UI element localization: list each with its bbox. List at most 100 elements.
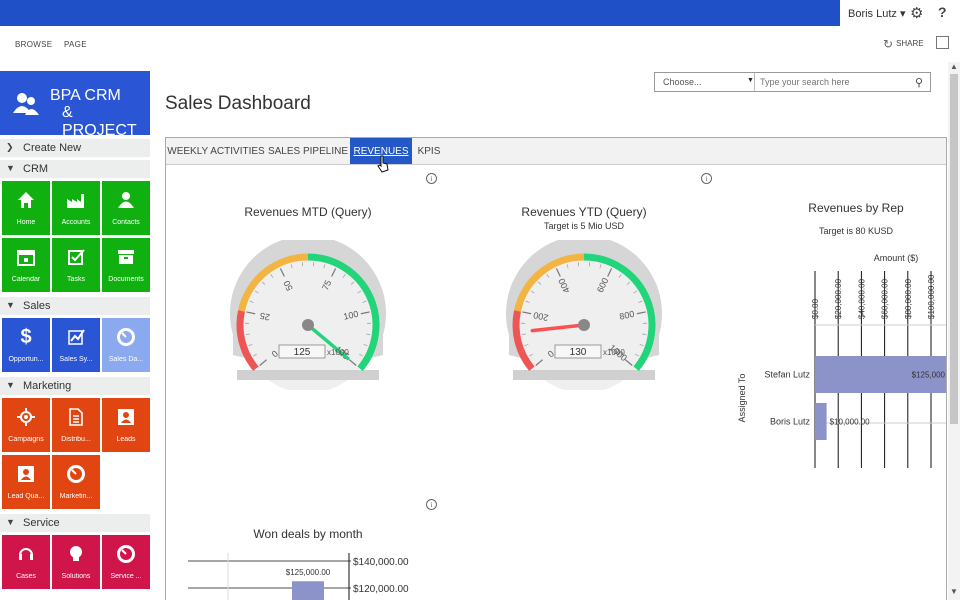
gear-icon[interactable]: ⚙ [910, 4, 923, 22]
gauge-mtd-hub [302, 319, 314, 331]
rep-x-tick-label: $80,000.00 [904, 278, 913, 319]
gauge-mtd-base [237, 370, 379, 380]
tile-sales-dashboard[interactable]: Sales Da... [102, 318, 150, 372]
nav-section-crm[interactable]: ▼ CRM [0, 160, 150, 178]
won-deals-title: Won deals by month [253, 527, 363, 541]
ribbon-tab-page[interactable]: PAGE [64, 40, 87, 49]
help-icon[interactable]: ? [938, 4, 947, 20]
gauge-ytd-value-label: 130 [570, 347, 587, 358]
tile-sales-system[interactable]: Sales Sy... [52, 318, 100, 372]
tile-contacts[interactable]: Contacts [102, 181, 150, 235]
page-scrollbar[interactable]: ▲ ▼ [948, 62, 960, 600]
logo-line1: BPA CRM [50, 87, 121, 104]
rep-y-axis-title: Assigned To [737, 374, 747, 423]
dashboard-frame: WEEKLY ACTIVITIES SALES PIPELINE REVENUE… [165, 137, 947, 600]
logo-line2: & PROJECT [62, 104, 137, 139]
gauge-ytd-unit: x1000 [603, 348, 625, 357]
chevron-down-icon: ▼ [6, 517, 15, 527]
page-title: Sales Dashboard [165, 93, 311, 114]
rep-category-label: Stefan Lutz [764, 370, 810, 380]
factory-icon [67, 194, 84, 208]
gauge-mtd-tick-label: 25 [259, 311, 271, 323]
rep-x-axis-title: Amount ($) [874, 253, 919, 263]
lightbulb-icon [70, 546, 82, 561]
won-bar [292, 581, 324, 600]
won-y-tick-label: $140,000.00 [353, 557, 409, 568]
search-icon[interactable]: ⚲ [915, 76, 923, 89]
nav-create-new[interactable]: ❯ Create New [0, 139, 150, 157]
tile-documents[interactable]: Documents [102, 238, 150, 292]
document-icon [69, 408, 83, 426]
tile-campaigns[interactable]: Campaigns [2, 398, 50, 452]
scroll-up-icon[interactable]: ▲ [950, 62, 958, 71]
tile-calendar[interactable]: Calendar [2, 238, 50, 292]
rep-x-tick-label: $60,000.00 [881, 278, 890, 319]
user-menu[interactable]: Boris Lutz ▾ [848, 7, 906, 20]
caret-down-icon: ▼ [747, 77, 754, 84]
info-icon[interactable]: i [426, 499, 437, 510]
gauge-ytd-title: Revenues YTD (Query) [521, 205, 647, 219]
rep-x-tick-label: $100,000.00 [927, 274, 936, 319]
info-icon[interactable]: i [701, 173, 712, 184]
tile-opportunities[interactable]: $ Opportun... [2, 318, 50, 372]
gauge-ytd-base [513, 370, 655, 380]
rep-chart-title: Revenues by Rep [808, 201, 904, 215]
gauge-icon [117, 545, 135, 563]
tile-cases[interactable]: Cases [2, 535, 50, 589]
rep-chart-subtitle: Target is 80 KUSD [818, 226, 894, 236]
tile-accounts[interactable]: Accounts [52, 181, 100, 235]
tab-sales-pipeline[interactable]: SALES PIPELINE [266, 138, 350, 164]
users-icon [13, 93, 39, 115]
search-scope-select[interactable]: Choose... ▼ [655, 73, 755, 91]
archive-icon [118, 250, 134, 264]
ribbon: BROWSE PAGE ↻ SHARE [0, 26, 960, 62]
site-logo[interactable]: BPA CRM & PROJECT [0, 71, 150, 139]
scroll-thumb[interactable] [950, 74, 958, 424]
chevron-down-icon: ▼ [6, 163, 15, 173]
search-input[interactable] [760, 73, 910, 91]
tile-leads[interactable]: Leads [102, 398, 150, 452]
gauge-mtd-title: Revenues MTD (Query) [244, 205, 372, 219]
tile-home[interactable]: Home [2, 181, 50, 235]
chevron-down-icon: ▼ [6, 380, 15, 390]
nav-section-sales[interactable]: ▼ Sales [0, 297, 150, 315]
rep-value-label: $10,000.00 [830, 418, 871, 427]
won-y-tick-label: $120,000.00 [353, 584, 409, 595]
gauge-ytd: 0200400 6008001000130 x1000 [506, 240, 662, 390]
tab-weekly-activities[interactable]: WEEKLY ACTIVITIES [166, 138, 266, 164]
won-value-label: $125,000.00 [286, 568, 331, 577]
rep-x-tick-label: $0.00 [811, 298, 820, 319]
share-button[interactable]: ↻ SHARE [883, 37, 924, 51]
tile-service[interactable]: Service ... [102, 535, 150, 589]
chevron-right-icon: ❯ [6, 142, 14, 152]
nav-section-service[interactable]: ▼ Service [0, 514, 150, 532]
hand-cursor-icon [377, 155, 389, 173]
tile-marketing[interactable]: Marketin... [52, 455, 100, 509]
gauge-icon [67, 465, 85, 483]
checkbox-icon [68, 249, 85, 265]
gauge-mtd: 0255075100125125x1000 [230, 240, 386, 390]
focus-mode-icon[interactable] [936, 36, 949, 49]
rep-bar [815, 403, 827, 440]
rep-chart: Amount ($) $0.00 $20,000.00 $40,000.00 $60,0… [737, 253, 946, 468]
gauge-mtd-value-label: 125 [294, 347, 311, 358]
dollar-icon: $ [20, 325, 32, 348]
dashboard-tabs: WEEKLY ACTIVITIES SALES PIPELINE REVENUE… [166, 138, 946, 165]
gauge-mtd-unit: x1000 [327, 348, 349, 357]
scroll-down-icon[interactable]: ▼ [950, 587, 958, 596]
search-box: Choose... ▼ ⚲ [654, 72, 931, 92]
home-icon [18, 192, 34, 208]
nav-section-marketing[interactable]: ▼ Marketing [0, 377, 150, 395]
tile-tasks[interactable]: Tasks [52, 238, 100, 292]
info-icon[interactable]: i [426, 173, 437, 184]
gauge-ytd-hub [578, 319, 590, 331]
chevron-down-icon: ▼ [6, 300, 15, 310]
tab-kpis[interactable]: KPIS [412, 138, 446, 164]
suite-bar [0, 0, 960, 26]
calendar-icon [17, 250, 35, 266]
rep-x-tick-label: $40,000.00 [857, 278, 866, 319]
ribbon-tab-browse[interactable]: BROWSE [15, 40, 52, 49]
tile-lead-qualification[interactable]: Lead Qua... [2, 455, 50, 509]
tile-distribution[interactable]: Distribu... [52, 398, 100, 452]
tile-solutions[interactable]: Solutions [52, 535, 100, 589]
